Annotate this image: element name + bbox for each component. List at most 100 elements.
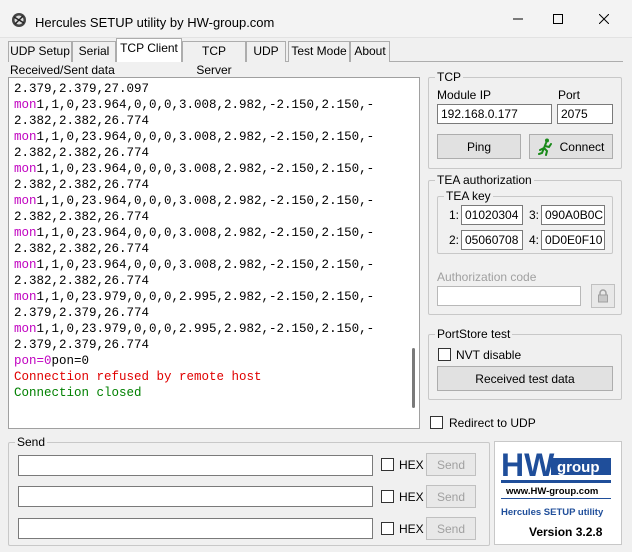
- logo-brand-text: HW: [501, 447, 555, 483]
- tab-serial[interactable]: Serial: [72, 41, 116, 62]
- terminal-line: mon1,1,0,23.964,0,0,0,3.008,2.982,-2.150…: [14, 161, 374, 177]
- hex-checkbox-2[interactable]: [381, 490, 394, 503]
- close-icon: [599, 14, 609, 24]
- send-button-3[interactable]: Send: [426, 517, 476, 540]
- terminal-line: mon1,1,0,23.964,0,0,0,3.008,2.982,-2.150…: [14, 225, 374, 241]
- tea-key-3-label: 3:: [529, 208, 540, 222]
- send-button-1[interactable]: Send: [426, 453, 476, 476]
- terminal-text-segment: mon: [14, 98, 37, 112]
- terminal-text-segment: 2.382,2.382,26.774: [14, 146, 150, 160]
- hw-group-logo[interactable]: HW group www.HW-group.com Hercules SETUP…: [494, 441, 622, 545]
- redirect-to-udp-checkbox[interactable]: [430, 416, 443, 429]
- nvt-disable-label: NVT disable: [456, 348, 522, 362]
- tab-test-mode[interactable]: Test Mode: [288, 41, 350, 62]
- terminal-line: 2.382,2.382,26.774: [14, 177, 374, 193]
- terminal-line: 2.379,2.379,27.097: [14, 81, 374, 97]
- port-label: Port: [558, 88, 581, 102]
- authorization-code-label: Authorization code: [437, 270, 537, 284]
- send-input-2[interactable]: [18, 486, 373, 507]
- terminal-text-segment: 1,1,0,23.964,0,0,0,3.008,2.982,-2.150,2.…: [36, 162, 375, 176]
- connect-button-label: Connect: [559, 139, 605, 154]
- tea-key-4-field[interactable]: 0D0E0F10: [541, 230, 605, 250]
- port-field[interactable]: 2075: [557, 104, 613, 124]
- terminal-text-segment: mon: [14, 194, 37, 208]
- hex-label-2: HEX: [399, 490, 424, 504]
- terminal-text-segment: 1,1,0,23.979,0,0,0,2.995,2.982,-2.150,2.…: [36, 322, 375, 336]
- terminal-text-segment: pon=0: [14, 354, 52, 368]
- hex-checkbox-3[interactable]: [381, 522, 394, 535]
- terminal-text-segment: Connection closed: [14, 386, 142, 400]
- hex-checkbox-1[interactable]: [381, 458, 394, 471]
- ping-button[interactable]: Ping: [437, 134, 521, 159]
- tea-key-3-field[interactable]: 090A0B0C: [541, 205, 605, 225]
- logo-product: Hercules SETUP utility: [501, 507, 604, 518]
- terminal-text-segment: 2.382,2.382,26.774: [14, 114, 150, 128]
- terminal-line: 2.382,2.382,26.774: [14, 113, 374, 129]
- send-legend: Send: [15, 435, 48, 449]
- terminal-line: 2.382,2.382,26.774: [14, 145, 374, 161]
- terminal-text-segment: Connection refused by remote host: [14, 370, 262, 384]
- lock-icon: [598, 289, 608, 303]
- module-ip-label: Module IP: [437, 88, 492, 102]
- terminal-text-segment: mon: [14, 130, 37, 144]
- redirect-to-udp-label: Redirect to UDP: [449, 416, 536, 430]
- received-data-area[interactable]: 2.379,2.379,27.097 mon1,1,0,23.964,0,0,0,…: [8, 77, 420, 429]
- send-input-1[interactable]: [18, 455, 373, 476]
- maximize-button[interactable]: [535, 0, 581, 38]
- maximize-icon: [553, 14, 563, 24]
- logo-version: Version 3.2.8: [529, 525, 603, 539]
- terminal-line: 2.382,2.382,26.774: [14, 241, 374, 257]
- terminal-line: 2.382,2.382,26.774: [14, 209, 374, 225]
- terminal-line: mon1,1,0,23.979,0,0,0,2.995,2.982,-2.150…: [14, 321, 374, 337]
- received-test-data-button[interactable]: Received test data: [437, 366, 613, 391]
- scrollbar-thumb[interactable]: [412, 348, 415, 408]
- running-man-icon: [537, 138, 552, 156]
- vertical-scrollbar[interactable]: [407, 78, 419, 428]
- tab-tcp-client[interactable]: TCP Client: [116, 38, 182, 62]
- tea-key-2-field[interactable]: 05060708: [461, 230, 523, 250]
- terminal-lines: 2.379,2.379,27.097 mon1,1,0,23.964,0,0,0,…: [14, 81, 374, 401]
- lock-button[interactable]: [591, 284, 615, 308]
- authorization-code-field[interactable]: [437, 286, 581, 306]
- module-ip-field[interactable]: 192.168.0.177: [437, 104, 552, 124]
- terminal-text-segment: pon=0: [51, 354, 90, 368]
- tab-about[interactable]: About: [350, 41, 390, 62]
- terminal-text-segment: 1,1,0,23.964,0,0,0,3.008,2.982,-2.150,2.…: [36, 98, 375, 112]
- terminal-line: mon1,1,0,23.964,0,0,0,3.008,2.982,-2.150…: [14, 97, 374, 113]
- send-button-2-label: Send: [436, 489, 466, 504]
- tea-key-2-label: 2:: [449, 233, 460, 247]
- window-title: Hercules SETUP utility by HW-group.com: [35, 15, 275, 30]
- terminal-text-segment: 1,1,0,23.964,0,0,0,3.008,2.982,-2.150,2.…: [36, 258, 375, 272]
- terminal-line: 2.382,2.382,26.774: [14, 273, 374, 289]
- terminal-line: Connection closed: [14, 385, 374, 401]
- title-bar[interactable]: Hercules SETUP utility by HW-group.com: [0, 0, 632, 38]
- terminal-text-segment: 2.379,2.379,26.774: [14, 338, 150, 352]
- hercules-app-icon: [12, 13, 26, 27]
- terminal-line: 2.379,2.379,26.774: [14, 305, 374, 321]
- connect-button[interactable]: Connect: [529, 134, 613, 159]
- send-input-3[interactable]: [18, 518, 373, 539]
- hw-group-logo-graphic: HW group www.HW-group.com Hercules SETUP…: [501, 447, 611, 539]
- hex-label-1: HEX: [399, 458, 424, 472]
- tab-udp-setup[interactable]: UDP Setup: [8, 41, 72, 62]
- tea-legend: TEA authorization: [435, 173, 534, 187]
- terminal-text-segment: 2.379,2.379,27.097: [14, 82, 150, 96]
- ping-button-label: Ping: [466, 139, 492, 154]
- terminal-text-segment: 2.382,2.382,26.774: [14, 210, 150, 224]
- send-button-2[interactable]: Send: [426, 485, 476, 508]
- close-button[interactable]: [581, 0, 627, 38]
- portstore-legend: PortStore test: [435, 327, 513, 341]
- terminal-text-segment: 2.382,2.382,26.774: [14, 242, 150, 256]
- terminal-text-segment: 2.379,2.379,26.774: [14, 306, 150, 320]
- send-button-3-label: Send: [436, 521, 466, 536]
- tea-key-1-field[interactable]: 01020304: [461, 205, 523, 225]
- terminal-text-segment: mon: [14, 290, 37, 304]
- tab-udp[interactable]: UDP: [246, 41, 286, 62]
- terminal-text-segment: 1,1,0,23.964,0,0,0,3.008,2.982,-2.150,2.…: [36, 130, 375, 144]
- tab-tcp-server[interactable]: TCP Server: [182, 41, 246, 77]
- tcp-legend: TCP: [435, 70, 463, 84]
- nvt-disable-checkbox[interactable]: [438, 348, 451, 361]
- send-button-1-label: Send: [436, 457, 466, 472]
- terminal-text-segment: 1,1,0,23.979,0,0,0,2.995,2.982,-2.150,2.…: [36, 290, 375, 304]
- terminal-text-segment: 1,1,0,23.964,0,0,0,3.008,2.982,-2.150,2.…: [36, 226, 375, 240]
